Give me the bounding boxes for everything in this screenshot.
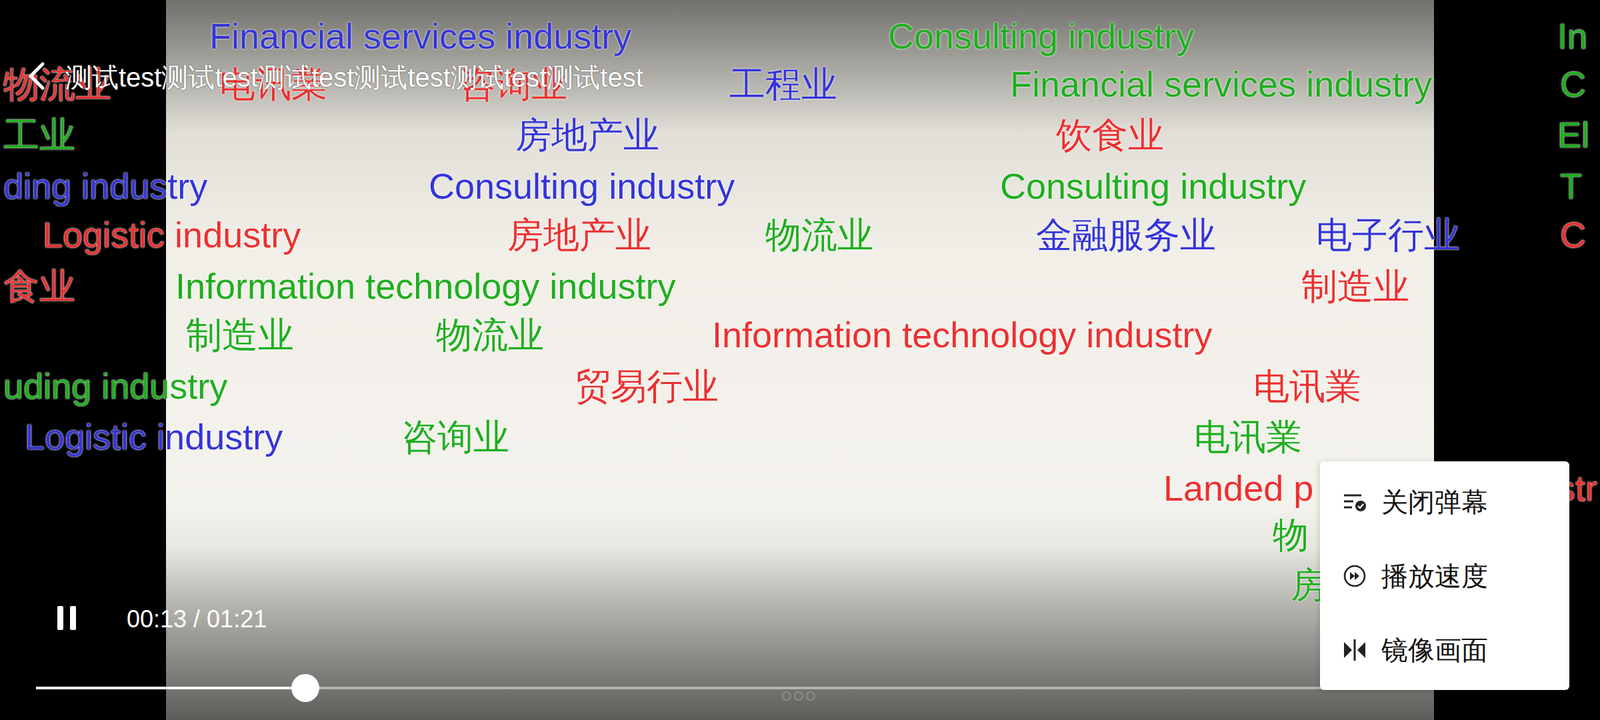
danmaku-comment: 咨询业 <box>401 415 510 458</box>
menu-item[interactable]: 播放速度 <box>1320 538 1570 613</box>
options-menu: 关闭弹幕播放速度镜像画面 <box>1320 461 1570 690</box>
danmaku-comment: 制造业 <box>186 313 294 356</box>
danmaku-comment: 金融服务业 <box>1036 213 1216 256</box>
danmaku-comment: Information technology industry <box>175 264 676 308</box>
danmaku-comment: uding industry <box>3 364 228 408</box>
danmaku-comment: 房地产业 <box>507 213 652 256</box>
danmaku-comment: 物 <box>1272 513 1309 556</box>
danmaku-comment: 制造业 <box>1301 264 1410 308</box>
progress-fill <box>36 686 306 690</box>
danmaku-off-icon <box>1341 488 1368 516</box>
danmaku-comment: 工程业 <box>729 62 838 106</box>
danmaku-comment: C <box>1560 213 1586 256</box>
danmaku-comment: Financial services industry <box>209 14 632 58</box>
danmaku-comment: Logistic industry <box>24 415 283 458</box>
back-button[interactable] <box>24 60 51 95</box>
control-bar: 00:13 / 01:21 <box>53 603 267 636</box>
speed-icon <box>1341 562 1368 590</box>
danmaku-comment: 电讯業 <box>1194 415 1302 458</box>
drag-handle[interactable] <box>778 689 819 706</box>
danmaku-comment: 物流业 <box>765 213 874 256</box>
drag-handle-icon <box>778 689 819 703</box>
danmaku-comment: Consulting industry <box>888 14 1194 58</box>
menu-item-label: 关闭弹幕 <box>1381 485 1488 519</box>
video-player[interactable]: Financial services industryConsulting in… <box>0 0 1600 720</box>
top-bar: 测试test测试test测试test测试test测试test测试test <box>24 58 644 96</box>
danmaku-comment: 房地产业 <box>515 113 660 156</box>
danmaku-comment: In <box>1557 14 1588 58</box>
danmaku-comment: ding industry <box>3 164 208 208</box>
danmaku-comment: 电子行业 <box>1316 213 1460 256</box>
danmaku-comment: Landed p <box>1163 466 1314 510</box>
danmaku-comment: 贸易行业 <box>574 364 719 408</box>
danmaku-comment: El <box>1557 113 1590 156</box>
danmaku-comment: Logistic industry <box>42 213 301 256</box>
menu-item-label: 镜像画面 <box>1381 633 1488 667</box>
back-arrow-icon <box>24 60 51 92</box>
play-pause-button[interactable] <box>53 603 80 636</box>
danmaku-comment: Consulting industry <box>1000 164 1306 208</box>
danmaku-comment: Consulting industry <box>428 164 735 208</box>
pause-icon <box>53 603 80 633</box>
mirror-icon <box>1341 636 1368 664</box>
danmaku-comment: Financial services industry <box>1010 62 1432 106</box>
progress-thumb[interactable] <box>291 674 320 702</box>
danmaku-comment: 电讯業 <box>1253 364 1362 408</box>
danmaku-comment: Information technology industry <box>712 313 1212 356</box>
danmaku-comment: C <box>1560 62 1586 106</box>
menu-item-label: 播放速度 <box>1381 559 1488 593</box>
danmaku-comment: 物流业 <box>436 313 544 356</box>
menu-item[interactable]: 关闭弹幕 <box>1320 464 1570 539</box>
time-display: 00:13 / 01:21 <box>126 603 267 636</box>
menu-item[interactable]: 镜像画面 <box>1320 612 1570 687</box>
danmaku-comment: 食业 <box>3 264 76 308</box>
danmaku-comment: T <box>1560 164 1582 208</box>
video-title: 测试test测试test测试test测试test测试test测试test <box>65 58 644 96</box>
danmaku-comment: 饮食业 <box>1056 113 1164 156</box>
danmaku-comment: 工业 <box>3 113 76 156</box>
